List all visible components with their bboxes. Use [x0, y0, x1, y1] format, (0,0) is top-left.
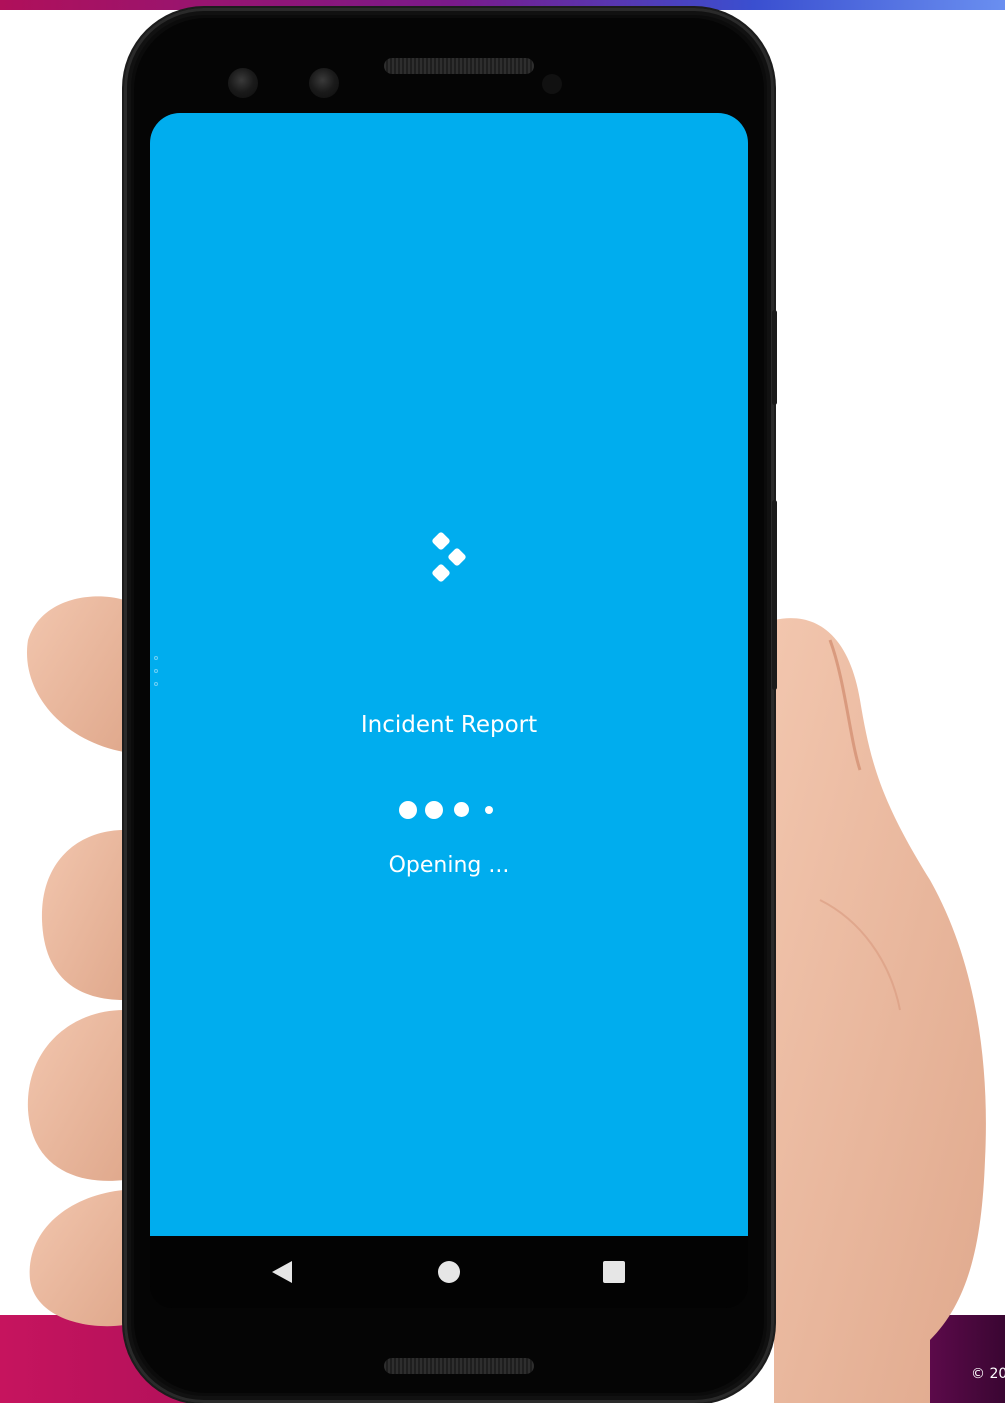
earpiece-speaker [384, 58, 534, 74]
finger-bottom [29, 1190, 124, 1327]
home-circle-icon[interactable] [438, 1261, 460, 1283]
app-title: Incident Report [360, 712, 538, 738]
drag-handle[interactable] [154, 656, 160, 696]
proximity-sensor [542, 74, 562, 94]
finger-mid [41, 830, 124, 1000]
power-button [772, 500, 777, 690]
loading-dot [485, 806, 493, 814]
power-apps-logo-icon [432, 532, 466, 582]
back-triangle-icon[interactable] [272, 1261, 292, 1283]
android-navigation-bar [150, 1236, 748, 1308]
loading-dot [454, 802, 469, 817]
finger-top [26, 596, 125, 752]
loading-dot [425, 801, 443, 819]
bottom-speaker [384, 1358, 534, 1374]
finger-lower [27, 1010, 124, 1181]
recents-square-icon[interactable] [603, 1261, 625, 1283]
status-text: Opening ... [388, 853, 510, 878]
volume-button [772, 310, 777, 405]
app-splash-screen [150, 113, 748, 1236]
front-camera-icon [228, 68, 258, 98]
loading-dot [399, 801, 417, 819]
front-camera-icon [309, 68, 339, 98]
loading-indicator [395, 798, 505, 822]
palm [774, 618, 986, 1403]
